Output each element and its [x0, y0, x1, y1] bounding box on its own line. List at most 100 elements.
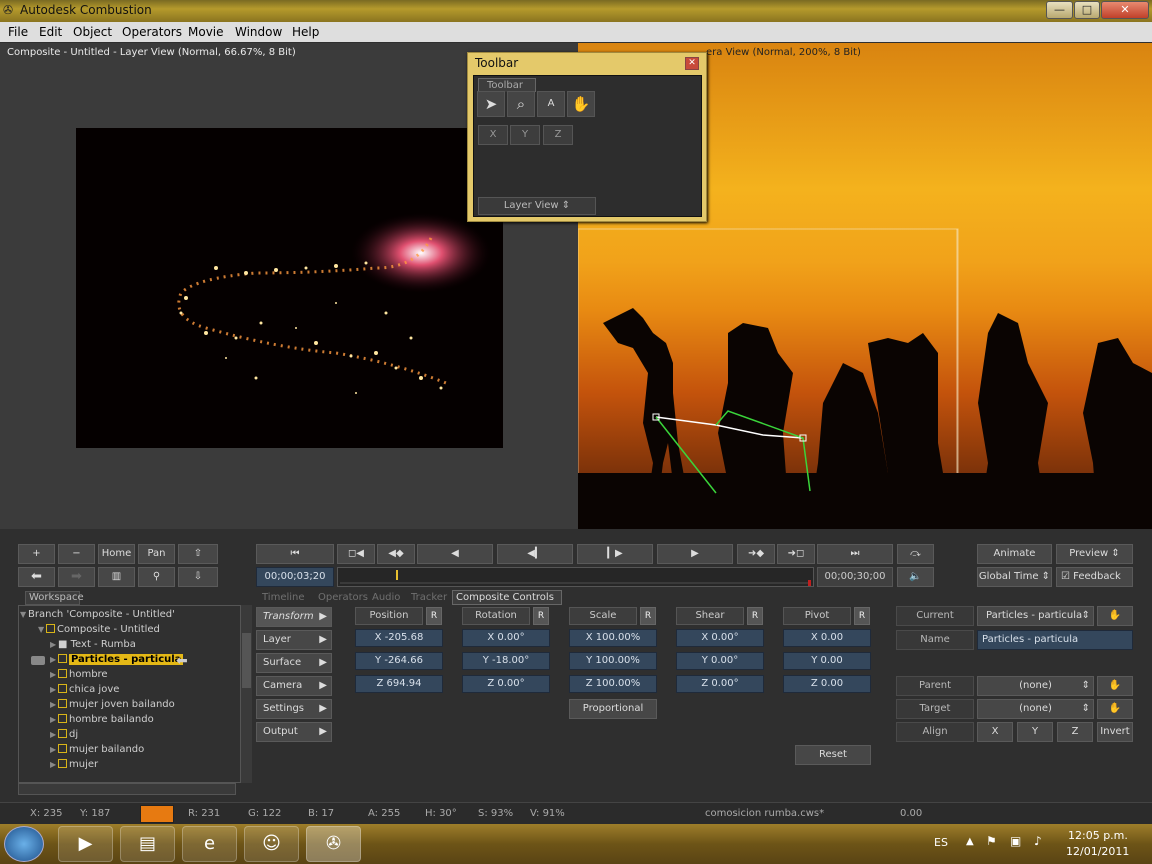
- expand-arrow-icon[interactable]: ▶: [50, 757, 58, 772]
- forward-arrow-icon[interactable]: ➡: [58, 567, 95, 587]
- prev-keyframe-icon[interactable]: ◀◆: [377, 544, 415, 564]
- timeline-scrubber[interactable]: [337, 567, 814, 587]
- tree-scrollbar-horizontal[interactable]: [18, 783, 236, 795]
- category-transform[interactable]: Transform ▶: [256, 607, 332, 627]
- upload-icon[interactable]: ⇧: [178, 544, 218, 564]
- scale-reset-button[interactable]: R: [640, 607, 656, 625]
- category-camera[interactable]: Camera ▶: [256, 676, 332, 696]
- pivot-x-field[interactable]: X 0.00: [783, 629, 871, 647]
- pick-whip-icon[interactable]: ✋: [1097, 606, 1133, 626]
- go-to-start-icon[interactable]: ⏮: [256, 544, 334, 564]
- tree-row[interactable]: ▶ dj: [20, 727, 238, 742]
- flag-icon[interactable]: ⚑: [986, 834, 997, 848]
- tree-row[interactable]: ▶ hombre bailando: [20, 712, 238, 727]
- zoom-out-button[interactable]: −: [58, 544, 95, 564]
- network-icon[interactable]: ▣: [1010, 834, 1021, 848]
- tree-row[interactable]: ▶ mujer: [20, 757, 238, 772]
- position-x-field[interactable]: X -205.68: [355, 629, 443, 647]
- preview-button[interactable]: Preview ⇕: [1056, 544, 1133, 564]
- tab-workspace[interactable]: Workspace: [25, 591, 84, 605]
- branch-icon[interactable]: ⚲: [138, 567, 175, 587]
- rotation-z-field[interactable]: Z 0.00°: [462, 675, 550, 693]
- expand-arrow-icon[interactable]: ▶: [50, 727, 58, 742]
- close-button[interactable]: ✕: [1101, 1, 1149, 19]
- align-y-button[interactable]: Y: [1017, 722, 1053, 742]
- volume-icon[interactable]: ♪: [1034, 834, 1042, 848]
- axis-z-button[interactable]: Z: [543, 125, 573, 145]
- next-keyframe-icon[interactable]: ➜◆: [737, 544, 775, 564]
- pivot-y-field[interactable]: Y 0.00: [783, 652, 871, 670]
- name-input[interactable]: Particles - particula: [977, 630, 1133, 650]
- tab-audio[interactable]: Audio: [372, 591, 400, 605]
- menu-help[interactable]: Help: [292, 25, 319, 39]
- menu-file[interactable]: File: [8, 25, 28, 39]
- expand-arrow-icon[interactable]: ▶: [50, 697, 58, 712]
- file-explorer-icon[interactable]: ▤: [120, 826, 175, 862]
- combustion-taskbar-icon[interactable]: ✇: [306, 826, 361, 862]
- shear-z-field[interactable]: Z 0.00°: [676, 675, 764, 693]
- minimize-button[interactable]: —: [1046, 1, 1073, 19]
- menu-movie[interactable]: Movie: [188, 25, 224, 39]
- expand-arrow-icon[interactable]: ▶: [50, 682, 58, 697]
- magnifier-icon[interactable]: ⌕: [507, 91, 535, 117]
- animate-button[interactable]: Animate: [977, 544, 1052, 564]
- tab-operators[interactable]: Operators: [318, 591, 368, 605]
- home-button[interactable]: Home: [98, 544, 135, 564]
- tray-expand-icon[interactable]: ▲: [966, 836, 974, 847]
- rotation-reset-button[interactable]: R: [533, 607, 549, 625]
- tree-row[interactable]: ▶ mujer joven bailando: [20, 697, 238, 712]
- global-time-select[interactable]: Global Time ⇕: [977, 567, 1052, 587]
- rotation-x-field[interactable]: X 0.00°: [462, 629, 550, 647]
- current-time-field[interactable]: 00;00;03;20: [256, 567, 334, 587]
- playhead-marker[interactable]: [396, 570, 398, 580]
- align-x-button[interactable]: X: [977, 722, 1013, 742]
- loop-icon[interactable]: ⤼: [897, 544, 934, 564]
- category-surface[interactable]: Surface ▶: [256, 653, 332, 673]
- parent-pick-icon[interactable]: ✋: [1097, 676, 1133, 696]
- audio-icon[interactable]: 🔈: [897, 567, 934, 587]
- axis-x-button[interactable]: X: [478, 125, 508, 145]
- clock-time[interactable]: 12:05 p.m.: [1068, 829, 1128, 842]
- layout-icon[interactable]: ▥: [98, 567, 135, 587]
- rotation-y-field[interactable]: Y -18.00°: [462, 652, 550, 670]
- tree-row[interactable]: ▶ mujer bailando: [20, 742, 238, 757]
- zoom-in-button[interactable]: +: [18, 544, 55, 564]
- feedback-toggle[interactable]: ☑ Feedback: [1056, 567, 1133, 587]
- menu-window[interactable]: Window: [235, 25, 282, 39]
- menu-object[interactable]: Object: [73, 25, 112, 39]
- category-settings[interactable]: Settings ▶: [256, 699, 332, 719]
- scale-y-field[interactable]: Y 100.00%: [569, 652, 657, 670]
- expand-arrow-icon[interactable]: ▶: [50, 637, 58, 652]
- position-z-field[interactable]: Z 694.94: [355, 675, 443, 693]
- tree-row[interactable]: ▼ Composite - Untitled: [20, 622, 238, 637]
- expand-arrow-icon[interactable]: ▶: [50, 712, 58, 727]
- go-to-end-icon[interactable]: ⏭: [817, 544, 893, 564]
- tree-row[interactable]: ▶ hombre: [20, 667, 238, 682]
- clock-date[interactable]: 12/01/2011: [1066, 845, 1129, 858]
- layer-view-frame[interactable]: [76, 128, 503, 448]
- start-button[interactable]: [4, 826, 44, 862]
- media-player-icon[interactable]: ▶: [58, 826, 113, 862]
- expand-arrow-icon[interactable]: ▶: [50, 652, 58, 667]
- language-indicator[interactable]: ES: [934, 836, 948, 849]
- proportional-button[interactable]: Proportional: [569, 699, 657, 719]
- hand-icon[interactable]: ✋: [567, 91, 595, 117]
- expand-arrow-icon[interactable]: ▼: [38, 622, 46, 637]
- category-layer[interactable]: Layer ▶: [256, 630, 332, 650]
- tree-row[interactable]: ▶ chica jove: [20, 682, 238, 697]
- tab-timeline[interactable]: Timeline: [262, 591, 305, 605]
- end-time-field[interactable]: 00;00;30;00: [817, 567, 893, 587]
- arrow-icon[interactable]: ➤: [477, 91, 505, 117]
- play-icon[interactable]: ▶: [657, 544, 733, 564]
- pivot-z-field[interactable]: Z 0.00: [783, 675, 871, 693]
- shear-x-field[interactable]: X 0.00°: [676, 629, 764, 647]
- toolbar-window[interactable]: Toolbar ✕ Toolbar ➤ ⌕ A ✋ X Y Z Layer Vi…: [467, 52, 707, 222]
- target-pick-icon[interactable]: ✋: [1097, 699, 1133, 719]
- menu-operators[interactable]: Operators: [122, 25, 182, 39]
- scale-x-field[interactable]: X 100.00%: [569, 629, 657, 647]
- axis-y-button[interactable]: Y: [510, 125, 540, 145]
- menu-edit[interactable]: Edit: [39, 25, 62, 39]
- shear-y-field[interactable]: Y 0.00°: [676, 652, 764, 670]
- shear-reset-button[interactable]: R: [747, 607, 763, 625]
- step-back-icon[interactable]: ◀▎: [497, 544, 573, 564]
